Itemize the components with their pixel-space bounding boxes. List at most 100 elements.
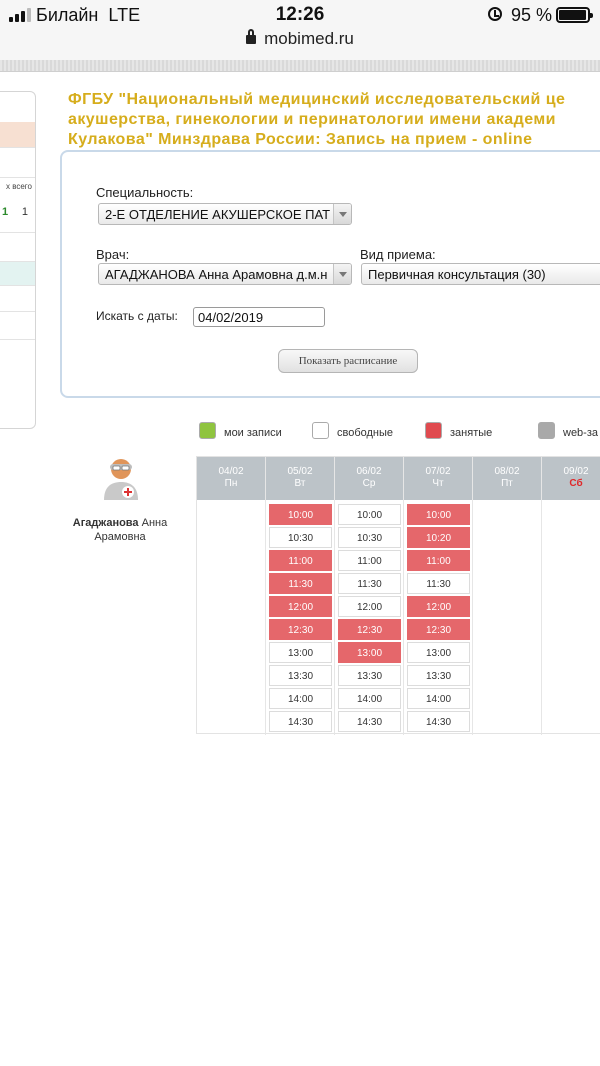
- time-slot-free[interactable]: 14:30: [407, 711, 470, 732]
- day-header: 09/02 Сб: [542, 457, 600, 500]
- doctor-patronymic: Арамовна: [94, 531, 146, 543]
- time-slot-free[interactable]: 10:30: [269, 527, 332, 548]
- specialty-label: Специальность:: [96, 185, 194, 200]
- legend-swatch-mine: [199, 422, 216, 439]
- time-slot-busy: 13:00: [338, 642, 401, 663]
- side-panel-row[interactable]: [0, 232, 35, 262]
- day-header: 08/02 Пт: [473, 457, 541, 500]
- doctor-value: АГАДЖАНОВА Анна Арамовна д.м.н: [105, 267, 328, 282]
- day-date: 09/02: [563, 466, 589, 477]
- time-slot-busy: 10:00: [269, 504, 332, 525]
- side-panel-row-highlighted[interactable]: [0, 122, 35, 148]
- side-panel-count-total: 1: [21, 206, 28, 218]
- visit-type-select[interactable]: Первичная консультация (30): [361, 263, 600, 285]
- alarm-icon: [488, 7, 502, 21]
- day-header: 04/02 Пн: [197, 457, 265, 500]
- day-date: 04/02: [218, 466, 244, 477]
- legend-label-free: свободные: [337, 427, 394, 439]
- lock-icon: [246, 29, 257, 44]
- status-bar: Билайн LTE 12:26 95 % mobimed.ru: [0, 0, 600, 60]
- doctor-select[interactable]: АГАДЖАНОВА Анна Арамовна д.м.н: [98, 263, 352, 285]
- time-slot-busy: 12:30: [269, 619, 332, 640]
- time-slot-free[interactable]: 14:00: [269, 688, 332, 709]
- time-slot-busy: 12:30: [338, 619, 401, 640]
- legend-swatch-busy: [425, 422, 442, 439]
- day-date: 07/02: [425, 466, 451, 477]
- time-slot-busy: 11:30: [269, 573, 332, 594]
- side-panel-row[interactable]: [0, 286, 35, 312]
- page-title: ФГБУ "Национальный медицинский исследова…: [68, 90, 600, 150]
- time-slot-free[interactable]: 13:30: [269, 665, 332, 686]
- side-panel-count-mine: 1: [2, 206, 9, 218]
- address-bar[interactable]: mobimed.ru: [0, 29, 600, 49]
- page-title-line: ФГБУ "Национальный медицинский исследова…: [68, 91, 566, 108]
- day-header: 05/02 Вт: [266, 457, 334, 500]
- time-slot-free[interactable]: 13:00: [407, 642, 470, 663]
- day-weekday: Пт: [501, 478, 513, 489]
- page-title-line: Кулакова" Минздрава России: Запись на пр…: [68, 131, 533, 148]
- day-header: 07/02 Чт: [404, 457, 472, 500]
- visit-type-value: Первичная консультация (30): [368, 267, 546, 282]
- doctor-label: Врач:: [96, 247, 130, 262]
- day-weekday: Сб: [569, 478, 583, 489]
- day-date: 06/02: [356, 466, 382, 477]
- day-weekday: Ср: [362, 478, 376, 489]
- clock: 12:26: [275, 4, 325, 25]
- time-slot-free[interactable]: 14:30: [269, 711, 332, 732]
- battery-icon: [556, 7, 593, 23]
- time-slot-free[interactable]: 13:00: [269, 642, 332, 663]
- specialty-select[interactable]: 2-Е ОТДЕЛЕНИЕ АКУШЕРСКОЕ ПАТ: [98, 203, 352, 225]
- visit-type-label: Вид приема:: [360, 247, 436, 262]
- day-date: 08/02: [494, 466, 520, 477]
- day-date: 05/02: [287, 466, 313, 477]
- legend-label-busy: занятые: [450, 427, 493, 439]
- time-slot-free[interactable]: 11:30: [407, 573, 470, 594]
- time-slot-free[interactable]: 13:30: [338, 665, 401, 686]
- time-slot-free[interactable]: 10:00: [338, 504, 401, 525]
- date-input[interactable]: [193, 307, 325, 327]
- time-slot-free[interactable]: 14:00: [407, 688, 470, 709]
- day-header: 06/02 Ср: [335, 457, 403, 500]
- doctor-last-name: Агаджанова: [72, 517, 139, 529]
- page-title-line: акушерства, гинекологии и перинатологии …: [68, 111, 556, 128]
- time-slot-busy: 12:00: [269, 596, 332, 617]
- time-slot-free[interactable]: 12:00: [338, 596, 401, 617]
- chevron-down-icon: [333, 204, 351, 224]
- side-panel-row[interactable]: [0, 312, 35, 340]
- side-panel-row[interactable]: [0, 148, 35, 178]
- time-slot-busy: 11:00: [407, 550, 470, 571]
- chevron-down-icon: [333, 264, 351, 284]
- doctor-name[interactable]: Агаджанова Анна Арамовна: [60, 516, 180, 544]
- schedule-grid: 04/02 Пн 05/02 Вт 10:00 10:30 11:00 11:30 12:00 1…: [196, 456, 600, 735]
- doctor-first-name: Анна: [141, 517, 168, 529]
- side-panel: х всего 1 1: [0, 91, 36, 429]
- time-slot-busy: 11:00: [269, 550, 332, 571]
- time-slot-free[interactable]: 13:30: [407, 665, 470, 686]
- battery-percent: 95 %: [511, 5, 553, 25]
- legend-label-web: web-за: [563, 427, 599, 439]
- show-schedule-button[interactable]: Показать расписание: [278, 349, 418, 373]
- legend-label-mine: мои записи: [224, 427, 282, 439]
- date-label: Искать с даты:: [96, 309, 178, 323]
- legend-swatch-web: [538, 422, 555, 439]
- side-panel-row-selected[interactable]: [0, 262, 35, 286]
- time-slot-free[interactable]: 14:30: [338, 711, 401, 732]
- doctor-avatar-icon: [104, 459, 138, 500]
- day-weekday: Чт: [432, 478, 444, 489]
- page-top-divider: [0, 60, 600, 72]
- time-slot-free[interactable]: 14:00: [338, 688, 401, 709]
- side-panel-header: х всего: [5, 182, 32, 191]
- time-slot-busy: 12:00: [407, 596, 470, 617]
- search-form: Специальность: 2-Е ОТДЕЛЕНИЕ АКУШЕРСКОЕ …: [60, 150, 600, 398]
- time-slot-free[interactable]: 10:30: [338, 527, 401, 548]
- url-text: mobimed.ru: [264, 29, 354, 48]
- time-slot-busy: 12:30: [407, 619, 470, 640]
- specialty-value: 2-Е ОТДЕЛЕНИЕ АКУШЕРСКОЕ ПАТ: [105, 207, 331, 222]
- legend-swatch-free: [312, 422, 329, 439]
- time-slot-busy: 10:20: [407, 527, 470, 548]
- day-weekday: Вт: [294, 478, 306, 489]
- day-weekday: Пн: [224, 478, 238, 489]
- time-slot-free[interactable]: 11:30: [338, 573, 401, 594]
- time-slot-free[interactable]: 11:00: [338, 550, 401, 571]
- time-slot-busy: 10:00: [407, 504, 470, 525]
